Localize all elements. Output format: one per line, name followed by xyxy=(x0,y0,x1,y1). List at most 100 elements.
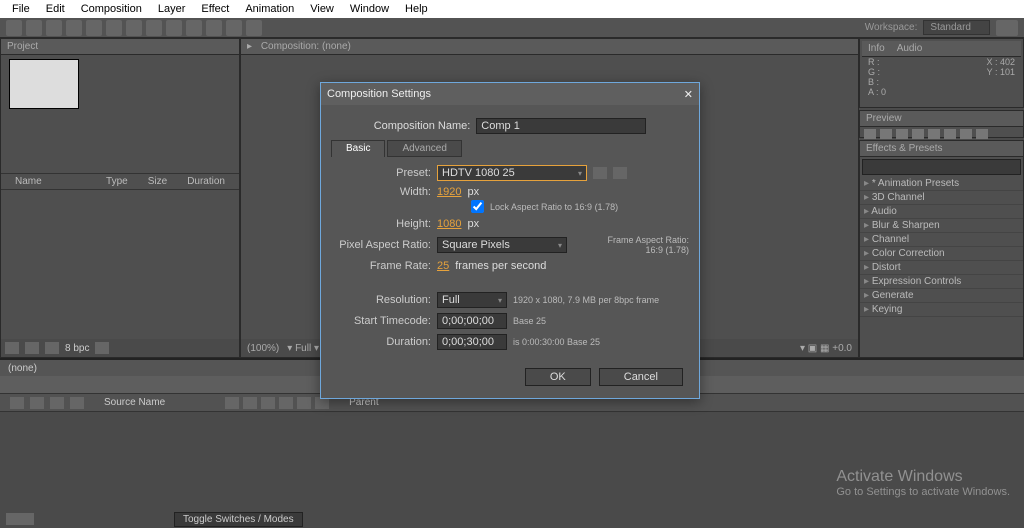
menu-composition[interactable]: Composition xyxy=(73,3,150,15)
zoom-tool-icon[interactable] xyxy=(46,20,62,36)
menu-effect[interactable]: Effect xyxy=(193,3,237,15)
effects-tab[interactable]: Effects & Presets xyxy=(860,143,949,154)
framerate-value[interactable]: 25 xyxy=(437,260,449,272)
resolution-quick[interactable]: ▾ Full ▾ xyxy=(287,343,319,354)
preset-label: Preset: xyxy=(331,167,431,179)
collapse-icon[interactable] xyxy=(20,513,34,525)
info-tab[interactable]: Info xyxy=(862,43,891,54)
interpret-footage-icon[interactable] xyxy=(5,342,19,354)
puppet-tool-icon[interactable] xyxy=(246,20,262,36)
source-name-col[interactable]: Source Name xyxy=(94,397,175,408)
delete-preset-icon[interactable] xyxy=(613,167,627,179)
height-value[interactable]: 1080 xyxy=(437,218,461,230)
width-label: Width: xyxy=(331,186,431,198)
effects-item[interactable]: Generate xyxy=(860,289,1023,303)
col-duration[interactable]: Duration xyxy=(177,176,235,187)
toggle-switches-button[interactable]: Toggle Switches / Modes xyxy=(174,512,303,527)
menu-file[interactable]: File xyxy=(4,3,38,15)
folder-icon[interactable] xyxy=(25,342,39,354)
start-timecode-input[interactable] xyxy=(437,313,507,329)
motion-blur-icon[interactable] xyxy=(279,397,293,409)
ok-button[interactable]: OK xyxy=(525,368,591,386)
hand-tool-icon[interactable] xyxy=(26,20,42,36)
cancel-button[interactable]: Cancel xyxy=(599,368,683,386)
effects-item[interactable]: Expression Controls xyxy=(860,275,1023,289)
menu-view[interactable]: View xyxy=(302,3,342,15)
bpc-indicator[interactable]: 8 bpc xyxy=(65,343,89,354)
selection-tool-icon[interactable] xyxy=(6,20,22,36)
info-panel: Info Audio R :X : 402 G :Y : 101 B : A :… xyxy=(859,38,1024,108)
first-frame-icon[interactable] xyxy=(864,129,876,139)
frame-blend-icon[interactable] xyxy=(261,397,275,409)
trash-icon[interactable] xyxy=(95,342,109,354)
close-icon[interactable]: ✕ xyxy=(684,88,693,101)
next-frame-icon[interactable] xyxy=(912,129,924,139)
pen-tool-icon[interactable] xyxy=(146,20,162,36)
duration-label: Duration: xyxy=(331,336,431,348)
preview-tab[interactable]: Preview xyxy=(860,113,908,124)
effects-item[interactable]: * Animation Presets xyxy=(860,177,1023,191)
col-name[interactable]: Name xyxy=(5,176,96,187)
rotate-tool-icon[interactable] xyxy=(66,20,82,36)
adjustment-icon[interactable] xyxy=(297,397,311,409)
effects-item[interactable]: Color Correction xyxy=(860,247,1023,261)
play-icon[interactable] xyxy=(896,129,908,139)
prev-frame-icon[interactable] xyxy=(880,129,892,139)
shy-icon[interactable] xyxy=(225,397,239,409)
par-select[interactable]: Square Pixels xyxy=(437,237,567,253)
search-icon[interactable] xyxy=(996,20,1018,36)
expand-icon[interactable] xyxy=(6,513,20,525)
menu-window[interactable]: Window xyxy=(342,3,397,15)
workspace-selector[interactable]: Standard xyxy=(923,20,990,35)
menu-animation[interactable]: Animation xyxy=(237,3,302,15)
resolution-label: Resolution: xyxy=(331,294,431,306)
menu-layer[interactable]: Layer xyxy=(150,3,194,15)
dialog-title: Composition Settings xyxy=(327,88,431,100)
text-tool-icon[interactable] xyxy=(166,20,182,36)
preset-select[interactable]: HDTV 1080 25 xyxy=(437,165,587,181)
col-type[interactable]: Type xyxy=(96,176,138,187)
loop-icon[interactable] xyxy=(960,129,972,139)
fx-icon[interactable] xyxy=(243,397,257,409)
speaker-icon[interactable] xyxy=(30,397,44,409)
solo-icon[interactable] xyxy=(50,397,64,409)
effects-item[interactable]: Blur & Sharpen xyxy=(860,219,1023,233)
lock-icon[interactable] xyxy=(70,397,84,409)
save-preset-icon[interactable] xyxy=(593,167,607,179)
tab-basic[interactable]: Basic xyxy=(331,140,385,157)
effects-item[interactable]: Keying xyxy=(860,303,1023,317)
new-comp-icon[interactable] xyxy=(45,342,59,354)
eraser-tool-icon[interactable] xyxy=(226,20,242,36)
width-value[interactable]: 1920 xyxy=(437,186,461,198)
eye-icon[interactable] xyxy=(10,397,24,409)
comp-tab[interactable]: ▸ Composition: (none) xyxy=(241,41,363,52)
clone-tool-icon[interactable] xyxy=(206,20,222,36)
pan-behind-tool-icon[interactable] xyxy=(106,20,122,36)
menu-edit[interactable]: Edit xyxy=(38,3,73,15)
resolution-select[interactable]: Full xyxy=(437,292,507,308)
comp-name-input[interactable] xyxy=(476,118,646,134)
effects-item[interactable]: Channel xyxy=(860,233,1023,247)
audio-tab[interactable]: Audio xyxy=(891,43,929,54)
lock-aspect-checkbox[interactable] xyxy=(471,200,484,213)
project-tab[interactable]: Project xyxy=(1,41,44,52)
tab-advanced[interactable]: Advanced xyxy=(387,140,461,157)
mute-icon[interactable] xyxy=(944,129,956,139)
camera-tool-icon[interactable] xyxy=(86,20,102,36)
ram-preview-icon[interactable] xyxy=(976,129,988,139)
effects-item[interactable]: Distort xyxy=(860,261,1023,275)
effects-search[interactable] xyxy=(862,159,1021,175)
duration-input[interactable] xyxy=(437,334,507,350)
windows-watermark: Activate Windows Go to Settings to activ… xyxy=(836,468,1010,498)
effects-item[interactable]: Audio xyxy=(860,205,1023,219)
col-size[interactable]: Size xyxy=(138,176,177,187)
menu-help[interactable]: Help xyxy=(397,3,436,15)
brush-tool-icon[interactable] xyxy=(186,20,202,36)
last-frame-icon[interactable] xyxy=(928,129,940,139)
par-label: Pixel Aspect Ratio: xyxy=(331,239,431,251)
timeline-tab[interactable]: (none) xyxy=(8,363,37,374)
mask-tool-icon[interactable] xyxy=(126,20,142,36)
effects-panel: Effects & Presets * Animation Presets 3D… xyxy=(859,140,1024,358)
zoom-level[interactable]: (100%) xyxy=(247,343,279,354)
effects-item[interactable]: 3D Channel xyxy=(860,191,1023,205)
